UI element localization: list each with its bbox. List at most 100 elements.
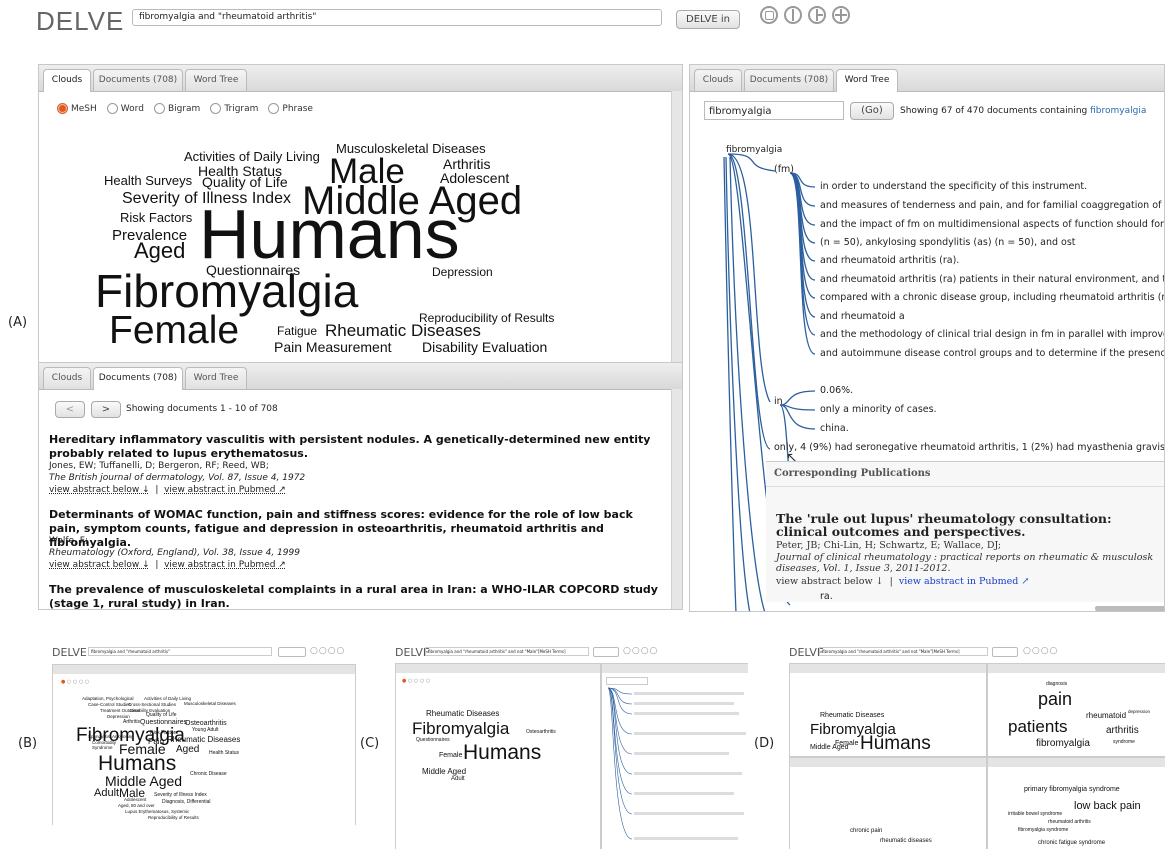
cloud-word: diagnosis [1046, 681, 1068, 687]
thumb-tabbar [790, 758, 986, 767]
tree-branch[interactable]: and measures of tenderness and pain, and… [820, 200, 1164, 211]
doc-links: view abstract below ↓ | view abstract in… [49, 560, 286, 570]
tab-documents[interactable]: Documents (708) [93, 367, 183, 390]
word-tree-node-in[interactable]: in [774, 396, 783, 407]
doc-title[interactable]: The prevalence of musculoskeletal compla… [49, 583, 659, 609]
thumb-panel-tl: Fibromyalgia Humans Female Middle Aged R… [789, 663, 987, 757]
tree-branch[interactable]: in order to understand the specificity o… [820, 181, 1087, 192]
documents-tabbar: Clouds Documents (708) Word Tree [39, 363, 682, 390]
tree-branch[interactable]: (n = 50), ankylosing spondylitis (as) (n… [820, 237, 1076, 248]
radio-trigram[interactable]: Trigram [210, 103, 258, 114]
cloud-word[interactable]: Depression [432, 266, 493, 278]
tab-documents[interactable]: Documents (708) [93, 69, 183, 91]
cloud-word[interactable]: Health Surveys [104, 174, 192, 187]
thumb-layout-icons: ○○○○ [1023, 646, 1059, 656]
cloud-word: Osteoarthritis [526, 729, 556, 735]
query-input[interactable]: fibromyalgia and "rheumatoid arthritis" [132, 9, 662, 26]
cloud-word[interactable]: Female [109, 311, 239, 350]
cloud-word[interactable]: Arthritis [443, 157, 490, 171]
cloud-word[interactable]: Fatigue [277, 325, 317, 337]
cloud-word: chronic pain [850, 828, 883, 834]
horizontal-scrollbar[interactable] [1095, 606, 1164, 611]
cloud-word: Cross-Sectional Studies [128, 702, 177, 707]
cloud-word[interactable]: Risk Factors [120, 211, 192, 224]
pub-title[interactable]: The 'rule out lupus' rheumatology consul… [776, 512, 1161, 538]
tab-word-tree[interactable]: Word Tree [185, 69, 247, 91]
cloud-word[interactable]: Disability Evaluation [422, 340, 547, 354]
tree-branch[interactable]: and rheumatoid arthritis (ra). [820, 255, 959, 266]
tree-branch[interactable]: and the methodology of clinical trial de… [820, 329, 1164, 340]
thumb-right-panel [601, 663, 748, 849]
cloud-word: Adult [451, 776, 465, 782]
tab-word-tree[interactable]: Word Tree [185, 367, 247, 389]
tree-branch[interactable]: and the impact of fm on multidimensional… [820, 219, 1164, 230]
cloud-word: Reproducibility of Results [148, 815, 199, 820]
cloud-word: Diagnosis, Differential [162, 799, 211, 805]
word-tree-root[interactable]: fibromyalgia [726, 145, 782, 155]
thumbnail-d: DELVE fibromyalgia and "rheumatoid arthr… [787, 642, 1165, 849]
thumbnail-b: DELVE fibromyalgia and "rheumatoid arthr… [52, 642, 357, 825]
cloud-word: fibromyalgia [1036, 738, 1090, 749]
radio-word[interactable]: Word [106, 103, 144, 114]
delve-in-button[interactable]: DELVE in [676, 10, 740, 29]
documents-scrollbar[interactable] [671, 389, 682, 609]
view-abstract-link[interactable]: view abstract below ↓ [776, 576, 884, 587]
cloud-word: Severity of Illness Index [154, 792, 207, 798]
tab-clouds[interactable]: Clouds [43, 69, 91, 92]
cloud-word[interactable]: Activities of Daily Living [184, 150, 320, 163]
cloud-word[interactable]: Aged [134, 240, 185, 262]
pubmed-link[interactable]: view abstract in Pubmed ↗ [164, 485, 286, 495]
figure-label-a: (A) [8, 315, 28, 330]
four-pane-icon[interactable] [832, 6, 850, 24]
next-page-button[interactable]: > [91, 401, 121, 418]
pubmed-link[interactable]: view abstract in Pubmed ↗ [899, 576, 1029, 587]
tree-branch[interactable]: and rheumatoid a [820, 311, 905, 322]
thumb-tabbar [988, 758, 1165, 767]
cloud-word[interactable]: Quality of Life [202, 175, 288, 189]
cloud-word[interactable]: Pain Measurement [274, 340, 392, 354]
three-pane-icon[interactable] [808, 6, 826, 24]
tree-branch[interactable]: and autoimmune disease control groups an… [820, 348, 1164, 359]
cloud-word[interactable]: Fibromyalgia [95, 268, 358, 314]
thumb-delve-button [992, 647, 1018, 657]
doc-title[interactable]: Determinants of WOMAC function, pain and… [49, 508, 659, 550]
pub-links: view abstract below ↓ | view abstract in… [776, 576, 1030, 587]
two-pane-icon[interactable] [784, 6, 802, 24]
cloud-word[interactable]: Humans [199, 199, 460, 269]
tree-branch[interactable]: compared with a chronic disease group, i… [820, 292, 1164, 303]
word-tree-panel: Clouds Documents (708) Word Tree fibromy… [689, 64, 1165, 612]
radio-bigram[interactable]: Bigram [153, 103, 201, 114]
view-abstract-link[interactable]: view abstract below ↓ [49, 560, 150, 570]
app-logo: DELVE [36, 6, 125, 36]
word-tree-node-fm[interactable]: (fm) [774, 164, 794, 175]
cloud-word: Case-Control Studies [88, 702, 131, 707]
tab-clouds[interactable]: Clouds [43, 367, 91, 389]
tree-branch[interactable]: only, 4 (9%) had seronegative rheumatoid… [774, 442, 1164, 453]
tree-branch[interactable]: 0.06%. [820, 385, 853, 396]
cloud-word: primary fibromyalgia syndrome [1024, 786, 1120, 793]
cloud-word: rheumatoid arthritis [1048, 819, 1091, 825]
single-pane-icon[interactable] [760, 6, 778, 24]
tree-branch[interactable]: only a minority of cases. [820, 404, 937, 415]
doc-authors: Jones, EW; Tuffanelli, D; Bergeron, RF; … [49, 461, 269, 471]
prev-page-button[interactable]: < [55, 401, 85, 418]
cloud-word: Treatment Outcome [100, 708, 140, 713]
radio-label: Bigram [167, 104, 201, 114]
thumb-radios: ● ○ ○ ○ ○ [61, 679, 90, 685]
cloud-word: Rheumatic Diseases [820, 712, 885, 719]
tree-branch[interactable]: and rheumatoid arthritis (ra) patients i… [820, 274, 1164, 285]
radio-label: Trigram [224, 104, 259, 114]
cloud-word[interactable]: Rheumatic Diseases [325, 322, 481, 339]
thumb-radios: ● ○ ○ ○ ○ [402, 678, 431, 684]
radio-phrase[interactable]: Phrase [268, 103, 313, 114]
view-abstract-link[interactable]: view abstract below ↓ [49, 485, 150, 495]
cloud-word: chronic fatigue syndrome [1038, 840, 1106, 846]
clouds-scrollbar[interactable] [671, 91, 682, 381]
cloud-word: Aged, 80 and over [118, 803, 155, 808]
pubmed-link[interactable]: view abstract in Pubmed ↗ [164, 560, 286, 570]
tree-branch[interactable]: china. [820, 423, 849, 434]
cloud-word: irritable bowel syndrome [1008, 811, 1063, 817]
tree-branch[interactable]: ra. [820, 591, 833, 602]
radio-mesh[interactable]: MeSH [57, 103, 97, 114]
doc-title[interactable]: Hereditary inflammatory vasculitis with … [49, 433, 659, 461]
